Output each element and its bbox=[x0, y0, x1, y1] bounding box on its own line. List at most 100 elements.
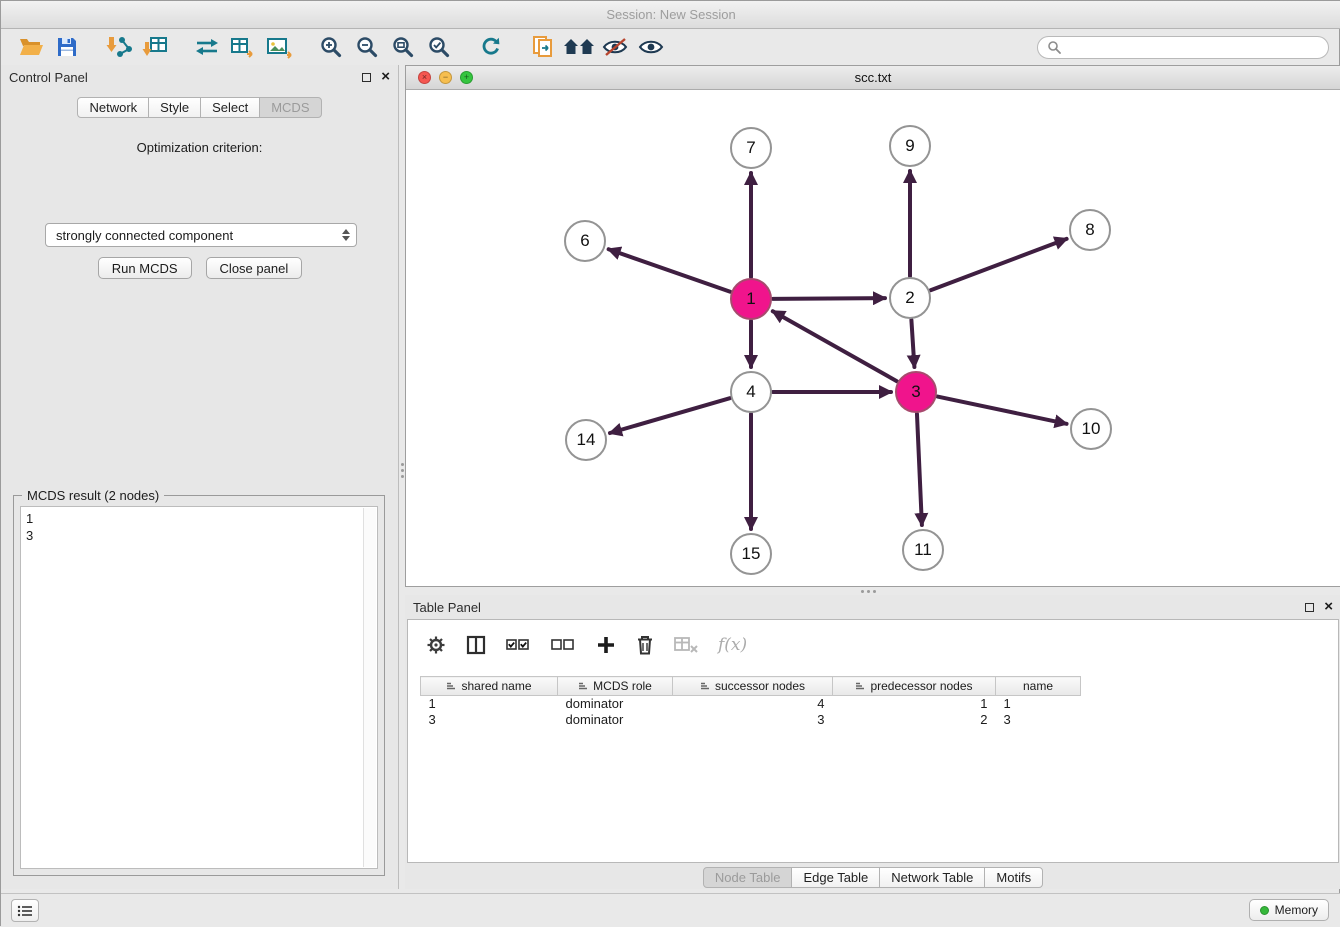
graph-node-14[interactable]: 14 bbox=[565, 419, 607, 461]
select-all-button[interactable] bbox=[506, 638, 531, 652]
graph-edge-4-14[interactable] bbox=[610, 398, 730, 433]
graph-node-1[interactable]: 1 bbox=[730, 278, 772, 320]
show-columns-button[interactable] bbox=[466, 635, 486, 655]
tab-edge-table[interactable]: Edge Table bbox=[791, 867, 880, 888]
graph-node-4[interactable]: 4 bbox=[730, 371, 772, 413]
close-panel-icon[interactable]: × bbox=[381, 72, 390, 82]
network-canvas[interactable]: 7 9 6 8 1 2 4 3 14 10 15 11 bbox=[406, 90, 1340, 586]
node-table-area: f(x) shared name MCDS role bbox=[407, 619, 1339, 863]
search-input[interactable] bbox=[1067, 40, 1319, 55]
zoom-selected-button[interactable] bbox=[421, 32, 457, 62]
show-hide-button[interactable] bbox=[633, 32, 669, 62]
graph-edge-2-8[interactable] bbox=[931, 239, 1067, 290]
table-row[interactable]: 3 dominator 3 2 3 bbox=[421, 712, 1081, 728]
graph-node-9[interactable]: 9 bbox=[889, 125, 931, 167]
column-header-name[interactable]: name bbox=[996, 677, 1081, 696]
clipboard-icon bbox=[531, 35, 555, 59]
graph-node-3[interactable]: 3 bbox=[895, 371, 937, 413]
graph-edge-1-2[interactable] bbox=[773, 298, 885, 299]
tab-network-table[interactable]: Network Table bbox=[879, 867, 985, 888]
graph-node-6[interactable]: 6 bbox=[564, 220, 606, 262]
graph-node-2[interactable]: 2 bbox=[889, 277, 931, 319]
zoom-window-icon[interactable]: + bbox=[460, 71, 473, 84]
column-header-predecessor-nodes[interactable]: predecessor nodes bbox=[833, 677, 996, 696]
graph-edge-3-1[interactable] bbox=[773, 311, 897, 381]
column-header-successor-nodes[interactable]: successor nodes bbox=[673, 677, 833, 696]
optimization-criterion-dropdown[interactable]: strongly connected component bbox=[45, 223, 357, 247]
graph-node-10[interactable]: 10 bbox=[1070, 408, 1112, 450]
window-titlebar: Session: New Session bbox=[1, 1, 1340, 29]
close-window-icon[interactable]: × bbox=[418, 71, 431, 84]
control-panel-title: Control Panel bbox=[9, 70, 88, 85]
delete-column-button[interactable] bbox=[636, 635, 654, 655]
eye-icon bbox=[638, 37, 664, 57]
float-panel-icon[interactable] bbox=[1305, 603, 1314, 612]
close-panel-button[interactable]: Close panel bbox=[206, 257, 303, 279]
cell-shared-name[interactable]: 3 bbox=[421, 712, 558, 728]
save-session-button[interactable] bbox=[49, 32, 85, 62]
minimize-window-icon[interactable]: − bbox=[439, 71, 452, 84]
table-settings-button[interactable] bbox=[426, 635, 446, 655]
clipboard-button[interactable] bbox=[525, 32, 561, 62]
memory-status-button[interactable]: Memory bbox=[1249, 899, 1329, 921]
cell-mcds-role[interactable]: dominator bbox=[558, 696, 673, 712]
column-header-shared-name[interactable]: shared name bbox=[421, 677, 558, 696]
import-table-icon bbox=[142, 35, 168, 59]
tab-motifs[interactable]: Motifs bbox=[984, 867, 1043, 888]
float-panel-icon[interactable] bbox=[362, 73, 371, 82]
deselect-all-button[interactable] bbox=[551, 638, 576, 652]
home-layout-button[interactable] bbox=[561, 32, 597, 62]
task-history-button[interactable] bbox=[11, 899, 39, 922]
tab-select[interactable]: Select bbox=[200, 97, 260, 118]
checked-boxes-icon bbox=[506, 638, 531, 652]
refresh-view-button[interactable] bbox=[473, 32, 509, 62]
close-panel-icon[interactable]: × bbox=[1324, 602, 1333, 612]
table-row[interactable]: 1 dominator 4 1 1 bbox=[421, 696, 1081, 712]
graph-node-11[interactable]: 11 bbox=[902, 529, 944, 571]
export-table-button[interactable] bbox=[225, 32, 261, 62]
export-image-button[interactable] bbox=[261, 32, 297, 62]
import-network-button[interactable] bbox=[101, 32, 137, 62]
cell-mcds-role[interactable]: dominator bbox=[558, 712, 673, 728]
tab-mcds[interactable]: MCDS bbox=[259, 97, 321, 118]
graph-edge-3-10[interactable] bbox=[938, 397, 1067, 424]
node-table: shared name MCDS role successor nodes pr… bbox=[420, 676, 1081, 728]
zoom-in-button[interactable] bbox=[313, 32, 349, 62]
graphics-details-button[interactable] bbox=[597, 32, 633, 62]
graph-edge-3-11[interactable] bbox=[917, 414, 922, 525]
open-session-button[interactable] bbox=[13, 32, 49, 62]
tab-node-table[interactable]: Node Table bbox=[703, 867, 793, 888]
export-image-icon bbox=[266, 35, 292, 59]
graph-edge-1-6[interactable] bbox=[609, 249, 731, 291]
refresh-icon bbox=[479, 35, 503, 59]
tab-style[interactable]: Style bbox=[148, 97, 201, 118]
import-table-button[interactable] bbox=[137, 32, 173, 62]
gear-icon bbox=[426, 635, 446, 655]
graph-edge-2-3[interactable] bbox=[911, 320, 914, 367]
cell-name[interactable]: 3 bbox=[996, 712, 1081, 728]
graph-node-7[interactable]: 7 bbox=[730, 127, 772, 169]
cell-name[interactable]: 1 bbox=[996, 696, 1081, 712]
function-builder-button[interactable]: f(x) bbox=[718, 635, 747, 655]
network-window-titlebar: × − + scc.txt bbox=[406, 66, 1340, 90]
cell-shared-name[interactable]: 1 bbox=[421, 696, 558, 712]
run-mcds-button[interactable]: Run MCDS bbox=[98, 257, 192, 279]
horizontal-splitter[interactable] bbox=[406, 587, 1340, 595]
graph-node-8[interactable]: 8 bbox=[1069, 209, 1111, 251]
zoom-out-button[interactable] bbox=[349, 32, 385, 62]
column-header-mcds-role[interactable]: MCDS role bbox=[558, 677, 673, 696]
cell-predecessor-nodes[interactable]: 1 bbox=[833, 696, 996, 712]
tab-network[interactable]: Network bbox=[77, 97, 149, 118]
mcds-result-title: MCDS result (2 nodes) bbox=[22, 488, 164, 503]
search-box[interactable] bbox=[1037, 36, 1329, 59]
window-title: Session: New Session bbox=[606, 7, 735, 22]
graph-node-15[interactable]: 15 bbox=[730, 533, 772, 575]
zoom-fit-button[interactable] bbox=[385, 32, 421, 62]
add-column-button[interactable] bbox=[596, 635, 616, 655]
network-compare-button[interactable] bbox=[189, 32, 225, 62]
result-scrollbar[interactable] bbox=[363, 508, 376, 867]
cell-successor-nodes[interactable]: 3 bbox=[673, 712, 833, 728]
cell-successor-nodes[interactable]: 4 bbox=[673, 696, 833, 712]
cell-predecessor-nodes[interactable]: 2 bbox=[833, 712, 996, 728]
delete-table-button[interactable] bbox=[674, 636, 698, 654]
